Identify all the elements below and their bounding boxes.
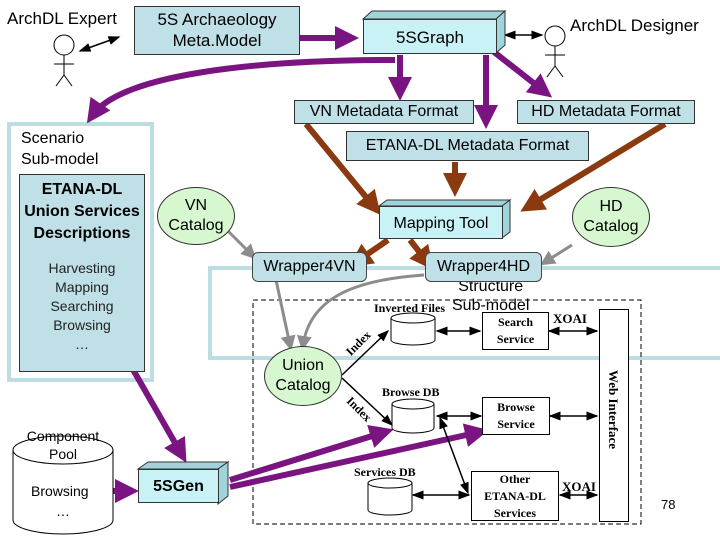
wrapper-hd-label: Wrapper4HD (436, 258, 531, 275)
browse-service-line-1: Browse (497, 400, 535, 414)
scenario-item-more: … (75, 336, 89, 352)
hd-format-note[interactable]: HD Metadata Format (517, 100, 695, 124)
scenario-title: Scenario Sub-model (21, 128, 98, 170)
meta-model-line-1: 5S Archaeology (157, 10, 277, 29)
inverted-files-label: Inverted Files (374, 301, 445, 315)
expert-stick-figure-icon (53, 34, 75, 87)
other-services-line-2: ETANA-DL (484, 488, 546, 503)
scenario-item-mapping: Mapping (55, 279, 109, 295)
xoai-label-1: XOAI (553, 311, 587, 326)
note-title-line-2: Union Services (24, 203, 140, 220)
services-db-icon (367, 477, 413, 516)
wrapper-vn-to-union-arrow (274, 279, 296, 351)
pool-item-more: … (56, 503, 70, 519)
wrapper-vn-box[interactable]: Wrapper4VN (252, 252, 367, 282)
vn-catalog-ellipse[interactable]: VN Catalog (157, 187, 235, 245)
union-services-note[interactable]: ETANA-DL Union Services Descriptions Har… (19, 174, 145, 372)
hd-catalog-to-wrapper-arrow (539, 243, 573, 266)
union-catalog-line-1: Union (282, 357, 324, 374)
vn-format-label: VN Metadata Format (309, 103, 459, 120)
inverted-files-db-icon (390, 312, 436, 346)
graph-tool-box[interactable]: 5SGraph (363, 19, 497, 54)
scenario-item-browsing: Browsing (53, 317, 111, 333)
web-interface-label: Web Interface (606, 370, 621, 450)
component-pool-title: Component Pool (23, 427, 103, 463)
pool-item-browsing: Browsing (31, 483, 89, 499)
designer-label: ArchDL Designer (570, 16, 699, 35)
services-db-label: Services DB (354, 465, 416, 479)
browse-db-icon (391, 398, 435, 434)
other-services-line-1: Other (499, 471, 531, 486)
5sgen-label: 5SGen (153, 478, 204, 495)
graph-tool-label: 5SGraph (395, 28, 465, 47)
meta-model-note[interactable]: 5S Archaeology Meta.Model (134, 6, 300, 55)
etana-format-note[interactable]: ETANA-DL Metadata Format (346, 131, 589, 161)
browse-service-line-2: Service (497, 417, 535, 431)
meta-model-line-2: Meta.Model (172, 31, 262, 50)
mapping-tool-label: Mapping Tool (393, 215, 489, 232)
union-catalog-line-2: Catalog (275, 377, 331, 394)
mapping-tool-box[interactable]: Mapping Tool (379, 206, 503, 239)
vn-catalog-line-1: VN (184, 197, 208, 214)
browse-db-other-arrow (439, 416, 469, 495)
expert-link-arrow (78, 36, 121, 52)
etana-format-label: ETANA-DL Metadata Format (365, 137, 570, 154)
hd-catalog-line-2: Catalog (583, 218, 639, 235)
browse-db-label: Browse DB (382, 385, 440, 399)
pool-title-line-2: Pool (48, 446, 78, 462)
xoai-label-2: XOAI (562, 479, 596, 494)
vn-catalog-line-2: Catalog (168, 217, 224, 234)
graph-to-hd-format-arrow (492, 49, 553, 98)
wrapper-vn-label: Wrapper4VN (263, 258, 356, 275)
scenario-title-line-2: Sub-model (21, 151, 99, 168)
hd-catalog-line-1: HD (599, 198, 623, 215)
search-service-line-1: Search (497, 315, 534, 329)
union-catalog-ellipse[interactable]: Union Catalog (264, 346, 342, 406)
expert-label: ArchDL Expert (7, 9, 117, 28)
vn-catalog-to-wrapper-arrow (226, 229, 257, 260)
5sgen-box[interactable]: 5SGen (138, 469, 219, 503)
search-service-line-2: Service (496, 332, 535, 346)
scenario-item-searching: Searching (50, 298, 114, 314)
note-title-line-1: ETANA-DL (41, 181, 123, 198)
search-service-box[interactable]: Search Service (482, 312, 549, 350)
other-services-box[interactable]: Other ETANA-DL Services (471, 471, 559, 521)
note-title-line-3: Descriptions (33, 225, 131, 242)
hd-catalog-ellipse[interactable]: HD Catalog (572, 187, 650, 247)
web-interface-box[interactable]: Web Interface (599, 309, 629, 522)
page-number: 78 (661, 497, 676, 512)
wrapper-hd-box[interactable]: Wrapper4HD (425, 252, 542, 282)
vn-format-note[interactable]: VN Metadata Format (294, 100, 474, 124)
browse-service-box[interactable]: Browse Service (482, 397, 550, 435)
pool-title-line-1: Component (26, 428, 100, 444)
scenario-item-harvesting: Harvesting (48, 260, 116, 276)
designer-stick-figure-icon (544, 25, 566, 78)
other-services-line-3: Services (494, 505, 536, 520)
hd-format-label: HD Metadata Format (531, 103, 681, 120)
structure-title: Structure Sub-model (452, 277, 529, 315)
scenario-title-line-1: Scenario (21, 130, 85, 147)
